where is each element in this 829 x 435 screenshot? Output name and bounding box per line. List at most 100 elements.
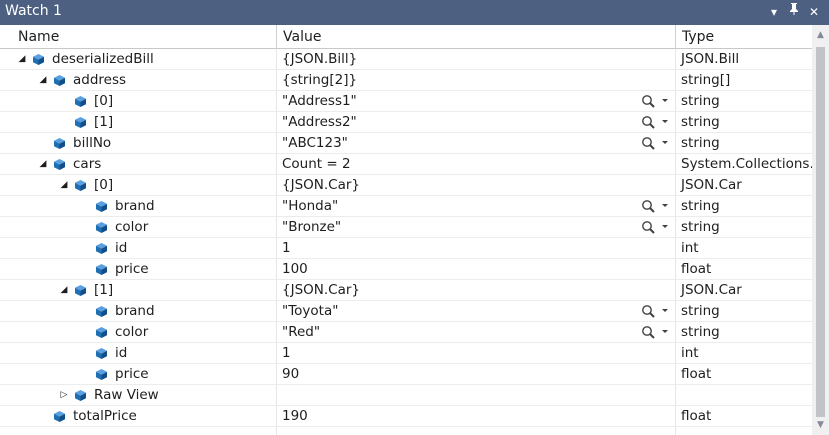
- value-cell[interactable]: "Bronze": [277, 217, 675, 238]
- value-cell[interactable]: Count = 2: [277, 154, 675, 175]
- collapse-arrow-icon[interactable]: ◢: [16, 49, 28, 70]
- name-cell[interactable]: color: [0, 322, 276, 343]
- watch-row[interactable]: price 100 float: [0, 259, 812, 280]
- value-cell[interactable]: "Red": [277, 322, 675, 343]
- type-cell[interactable]: string: [676, 322, 812, 343]
- watch-row[interactable]: totalPrice 190 float: [0, 406, 812, 427]
- name-cell[interactable]: ◢ deserializedBill: [0, 49, 276, 70]
- name-cell[interactable]: ◢ [0]: [0, 175, 276, 196]
- name-cell[interactable]: id: [0, 238, 276, 259]
- watch-row[interactable]: id 1 int: [0, 238, 812, 259]
- name-cell[interactable]: color: [0, 217, 276, 238]
- name-cell[interactable]: ◢ cars: [0, 154, 276, 175]
- value-cell[interactable]: {JSON.Car}: [277, 175, 675, 196]
- watch-row[interactable]: color "Red" string: [0, 322, 812, 343]
- type-cell[interactable]: int: [676, 343, 812, 364]
- column-header-value[interactable]: Value: [277, 25, 321, 49]
- name-cell[interactable]: totalPrice: [0, 406, 276, 427]
- name-cell[interactable]: price: [0, 364, 276, 385]
- watch-row[interactable]: ◢ address {string[2]} string[]: [0, 70, 812, 91]
- text-visualizer-magnifier-icon[interactable]: [640, 93, 674, 110]
- name-cell[interactable]: billNo: [0, 133, 276, 154]
- name-cell[interactable]: brand: [0, 301, 276, 322]
- type-cell[interactable]: float: [676, 406, 812, 427]
- watch-row[interactable]: brand "Toyota" string: [0, 301, 812, 322]
- value-cell[interactable]: "Toyota": [277, 301, 675, 322]
- variable-type: string: [681, 219, 720, 235]
- value-cell[interactable]: 90: [277, 364, 675, 385]
- type-cell[interactable]: int: [676, 238, 812, 259]
- text-visualizer-magnifier-icon[interactable]: [640, 324, 674, 341]
- name-cell[interactable]: ◢ address: [0, 70, 276, 91]
- type-cell[interactable]: JSON.Car: [676, 280, 812, 301]
- type-cell[interactable]: float: [676, 364, 812, 385]
- watch-row[interactable]: id 1 int: [0, 343, 812, 364]
- type-cell[interactable]: JSON.Car: [676, 175, 812, 196]
- type-cell[interactable]: string: [676, 112, 812, 133]
- value-cell[interactable]: {JSON.Bill}: [277, 49, 675, 70]
- type-cell[interactable]: string: [676, 91, 812, 112]
- name-cell[interactable]: [0]: [0, 91, 276, 112]
- watch-row[interactable]: ◢ [0] {JSON.Car} JSON.Car: [0, 175, 812, 196]
- close-icon[interactable]: ✕: [806, 2, 822, 22]
- variable-type: int: [681, 240, 699, 256]
- type-cell[interactable]: System.Collections.Generic.List<JSON.Car…: [676, 154, 812, 175]
- expand-arrow-icon[interactable]: ▷: [58, 385, 70, 406]
- text-visualizer-magnifier-icon[interactable]: [640, 303, 674, 320]
- watch-row[interactable]: ◢ deserializedBill {JSON.Bill} JSON.Bill: [0, 49, 812, 70]
- column-header-name[interactable]: Name: [12, 25, 59, 49]
- vertical-scrollbar[interactable]: ▲ ▼: [812, 25, 829, 435]
- watch-row[interactable]: ▷ Raw View: [0, 385, 812, 406]
- text-visualizer-magnifier-icon[interactable]: [640, 114, 674, 131]
- type-cell[interactable]: JSON.Bill: [676, 49, 812, 70]
- name-cell[interactable]: [1]: [0, 112, 276, 133]
- name-cell[interactable]: ◢ [1]: [0, 280, 276, 301]
- value-cell[interactable]: "Honda": [277, 196, 675, 217]
- watch-row[interactable]: brand "Honda" string: [0, 196, 812, 217]
- variable-value: 1: [282, 345, 291, 361]
- value-cell[interactable]: {JSON.Car}: [277, 280, 675, 301]
- value-cell[interactable]: "Address2": [277, 112, 675, 133]
- value-cell[interactable]: "ABC123": [277, 133, 675, 154]
- collapse-arrow-icon[interactable]: ◢: [58, 175, 70, 196]
- value-cell[interactable]: {string[2]}: [277, 70, 675, 91]
- column-header-type[interactable]: Type: [676, 25, 714, 49]
- watch-row[interactable]: [0] "Address1" string: [0, 91, 812, 112]
- value-cell[interactable]: 1: [277, 238, 675, 259]
- type-cell[interactable]: [676, 385, 812, 406]
- type-cell[interactable]: string: [676, 133, 812, 154]
- collapse-arrow-icon[interactable]: ◢: [58, 280, 70, 301]
- scroll-up-icon[interactable]: ▲: [812, 27, 829, 43]
- value-cell[interactable]: 190: [277, 406, 675, 427]
- value-cell[interactable]: [277, 385, 675, 406]
- type-cell[interactable]: string: [676, 301, 812, 322]
- watch-row[interactable]: billNo "ABC123" string: [0, 133, 812, 154]
- field-cube-icon: [96, 264, 107, 275]
- text-visualizer-magnifier-icon[interactable]: [640, 135, 674, 152]
- variable-type: int: [681, 345, 699, 361]
- value-cell[interactable]: 100: [277, 259, 675, 280]
- text-visualizer-magnifier-icon[interactable]: [640, 219, 674, 236]
- type-cell[interactable]: string: [676, 217, 812, 238]
- window-options-dropdown-icon[interactable]: ▾: [766, 2, 782, 22]
- collapse-arrow-icon[interactable]: ◢: [37, 154, 49, 175]
- name-cell[interactable]: id: [0, 343, 276, 364]
- pin-icon[interactable]: [786, 2, 802, 22]
- collapse-arrow-icon[interactable]: ◢: [37, 70, 49, 91]
- name-cell[interactable]: price: [0, 259, 276, 280]
- type-cell[interactable]: string: [676, 196, 812, 217]
- watch-row[interactable]: color "Bronze" string: [0, 217, 812, 238]
- watch-row[interactable]: price 90 float: [0, 364, 812, 385]
- scroll-down-icon[interactable]: ▼: [812, 417, 829, 433]
- watch-row[interactable]: [1] "Address2" string: [0, 112, 812, 133]
- watch-row[interactable]: ◢ [1] {JSON.Car} JSON.Car: [0, 280, 812, 301]
- name-cell[interactable]: ▷ Raw View: [0, 385, 276, 406]
- scrollbar-thumb[interactable]: [816, 47, 825, 417]
- value-cell[interactable]: 1: [277, 343, 675, 364]
- type-cell[interactable]: float: [676, 259, 812, 280]
- name-cell[interactable]: brand: [0, 196, 276, 217]
- text-visualizer-magnifier-icon[interactable]: [640, 198, 674, 215]
- watch-row[interactable]: ◢ cars Count = 2 System.Collections.Generic…: [0, 154, 812, 175]
- type-cell[interactable]: string[]: [676, 70, 812, 91]
- value-cell[interactable]: "Address1": [277, 91, 675, 112]
